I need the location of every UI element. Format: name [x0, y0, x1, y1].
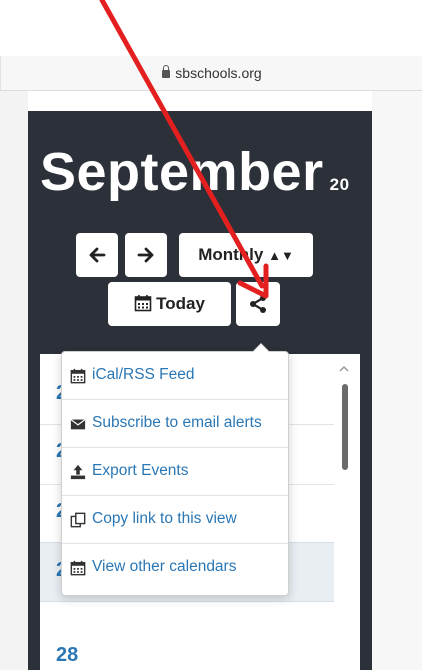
view-select-label: Monthly: [198, 245, 264, 264]
today-button[interactable]: Today: [108, 282, 231, 326]
share-menu: iCal/RSS Feed Subscribe to email alerts …: [61, 343, 289, 596]
menu-item-view-other-calendars[interactable]: View other calendars: [62, 544, 288, 592]
arrow-right-icon: [137, 247, 154, 263]
arrow-left-icon: [89, 247, 106, 263]
today-label: Today: [156, 294, 205, 313]
url-display[interactable]: sbschools.org: [1, 65, 422, 81]
page-left-gutter: [0, 91, 28, 670]
list-day: 28: [56, 644, 79, 666]
month-name: September: [40, 142, 324, 202]
scroll-up-icon[interactable]: [339, 366, 349, 372]
upload-icon: [70, 464, 86, 480]
envelope-icon: [70, 419, 86, 430]
menu-item-copy-link[interactable]: Copy link to this view: [62, 496, 288, 544]
browser-address-bar[interactable]: sbschools.org: [0, 56, 422, 91]
year-label: 20: [329, 175, 350, 194]
menu-item-label: View other calendars: [92, 558, 237, 575]
menu-item-label: Copy link to this view: [92, 510, 237, 527]
menu-item-label: Export Events: [92, 462, 189, 479]
month-heading: September 20: [40, 141, 350, 203]
menu-item-label: Subscribe to email alerts: [92, 414, 262, 431]
sort-icon: ▲▼: [268, 248, 294, 263]
lock-icon: [162, 65, 171, 78]
menu-item-export-events[interactable]: Export Events: [62, 448, 288, 496]
calendar-icon: [70, 368, 86, 384]
menu-item-ical-rss-feed[interactable]: iCal/RSS Feed: [62, 352, 288, 400]
menu-item-label: iCal/RSS Feed: [92, 366, 195, 383]
previous-month-button[interactable]: [76, 233, 118, 277]
copy-icon: [70, 512, 86, 528]
right-pane: [372, 91, 422, 670]
next-month-button[interactable]: [125, 233, 167, 277]
calendar-icon: [134, 295, 152, 312]
url-text: sbschools.org: [175, 65, 262, 81]
view-select-button[interactable]: Monthly ▲▼: [179, 233, 313, 277]
scrollbar-thumb[interactable]: [342, 384, 348, 470]
share-button[interactable]: [236, 282, 280, 326]
calendar-icon: [70, 560, 86, 576]
share-icon: [250, 295, 266, 313]
menu-item-email-alerts[interactable]: Subscribe to email alerts: [62, 400, 288, 448]
